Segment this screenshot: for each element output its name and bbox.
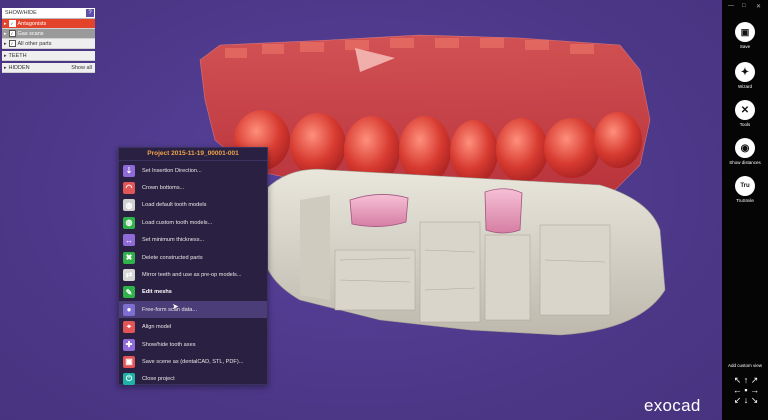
custom-tooth-icon: ◍ [123,216,135,229]
wizard-label: Wizard [737,84,752,89]
layer-panel: SHOW/HIDE ? ▸ ✓ Antagonists ▸ ✓ Gas scan… [2,8,95,73]
expand-icon[interactable]: ▸ [4,31,7,37]
close-project-icon: ⏻ [123,373,135,386]
menu-title: Project 2015-11-19_00001-001 [119,148,267,161]
menu-item-label: Close project [142,376,175,383]
menu-item[interactable]: ⏻ Close project [119,371,267,388]
menu-item[interactable]: ⇄ Mirror teeth and use as pre-op models..… [119,266,267,283]
distances-icon: ◉ [735,138,755,158]
save-label: Save [739,44,751,49]
show-all-link[interactable]: Show all [71,65,92,71]
menu-item[interactable]: ⇣ Set Insertion Direction... [119,162,267,179]
tooth-model-icon: ◍ [123,199,135,212]
help-button[interactable]: ? [86,9,94,17]
save-button[interactable]: ▣ Save [722,22,768,49]
menu-item[interactable]: ◠ Crown bottoms... [119,179,267,196]
menu-item-label: Delete constructed parts [142,254,203,261]
expand-icon[interactable]: ▸ [4,21,7,27]
menu-item[interactable]: ◍ Load custom tooth models... [119,214,267,231]
menu-item-label: Align model [142,324,172,331]
trusmile-button[interactable]: Tru TruSmile [722,176,768,203]
tooth-axes-icon: ✚ [123,338,135,351]
menu-item[interactable]: ↔ Set minimum thickness... [119,232,267,249]
edit-mesh-icon: ✎ [123,286,135,299]
menu-item-label: Edit meshs [142,289,172,296]
add-custom-view-button[interactable]: Add custom view [722,363,768,368]
menu-item[interactable]: ✚ Show/hide tooth axes [119,336,267,353]
layer-label: Antagonists [17,20,47,27]
menu-item[interactable]: ▣ Save scene as (dentalCAD, STL, PDF)... [119,353,267,370]
menu-item-label: Mirror teeth and use as pre-op models... [142,271,242,278]
layer-row-other-parts[interactable]: ▸ ✓ All other parts [2,39,95,49]
exocad-logo: exocad [644,396,701,415]
tools-icon: ✕ [735,100,755,120]
show-hide-label: SHOW/HIDE [5,10,37,16]
save-icon: ▣ [735,22,755,42]
wizard-icon: ✦ [735,62,755,82]
crown-bottom-icon: ◠ [123,181,135,194]
view-navigation-arrows-icon[interactable]: ↖ ↑ ↗ ← ▪ → ↙ ↓ ↘ [731,375,761,415]
right-toolbar: — □ ✕ ▣ Save ✦ Wizard ✕ Tools ◉ Show dis… [722,0,768,420]
menu-item-label: Set minimum thickness... [142,237,205,244]
dental-scan-model[interactable] [0,0,722,420]
hidden-label: HIDDEN [8,64,30,71]
layer-label: All other parts [17,40,52,47]
trusmile-label: TruSmile [736,198,754,203]
insertion-direction-icon: ⇣ [123,164,135,177]
menu-item-label: Free-form scan data... [142,306,198,313]
3d-viewport[interactable] [0,0,722,420]
tools-button[interactable]: ✕ Tools [722,100,768,127]
expand-icon[interactable]: ▸ [4,65,7,71]
trusmile-icon: Tru [735,176,755,196]
thickness-icon: ↔ [123,234,135,247]
maximize-icon[interactable]: □ [742,3,746,9]
menu-item-label: Save scene as (dentalCAD, STL, PDF)... [142,358,244,365]
menu-item[interactable]: ✖ Delete constructed parts [119,249,267,266]
tools-label: Tools [739,122,751,127]
show-hide-header[interactable]: SHOW/HIDE ? [2,8,95,19]
mouse-cursor-icon: ➤ [172,302,179,311]
expand-icon[interactable]: ▸ [4,53,7,59]
save-scene-icon: ▣ [123,355,135,368]
layer-label: Gas scans [17,30,44,37]
wizard-button[interactable]: ✦ Wizard [722,62,768,89]
minimize-icon[interactable]: — [728,3,734,9]
menu-item-label: Show/hide tooth axes [142,341,196,348]
mirror-icon: ⇄ [123,268,135,281]
checkbox[interactable]: ✓ [8,20,16,27]
layer-row-gas-scans[interactable]: ▸ ✓ Gas scans [2,29,95,39]
menu-item-label: Load default tooth models [142,202,207,209]
expand-icon[interactable]: ▸ [4,41,7,47]
menu-item[interactable]: ◍ Load default tooth models [119,197,267,214]
teeth-header[interactable]: ▸ TEETH [2,51,95,61]
menu-item-label: Set Insertion Direction... [142,167,202,174]
close-icon[interactable]: ✕ [756,3,761,10]
menu-item-label: Crown bottoms... [142,184,185,191]
teeth-label: TEETH [8,52,27,59]
project-context-menu: Project 2015-11-19_00001-001 ⇣ Set Insert… [118,147,268,388]
checkbox[interactable]: ✓ [8,30,16,37]
menu-item[interactable]: ⌖ Align model [119,319,267,336]
show-distances-button[interactable]: ◉ Show distances [722,138,768,165]
show-distances-label: Show distances [729,160,761,165]
align-model-icon: ⌖ [123,321,135,334]
checkbox[interactable]: ✓ [8,40,16,47]
freeform-icon: ● [123,303,135,316]
menu-item[interactable]: ✎ Edit meshs [119,284,267,301]
delete-icon: ✖ [123,251,135,264]
hidden-header[interactable]: ▸ HIDDEN Show all [2,63,95,73]
layer-row-antagonists[interactable]: ▸ ✓ Antagonists [2,19,95,29]
menu-item-label: Load custom tooth models... [142,219,213,226]
menu-item[interactable]: ● Free-form scan data... [119,301,267,319]
